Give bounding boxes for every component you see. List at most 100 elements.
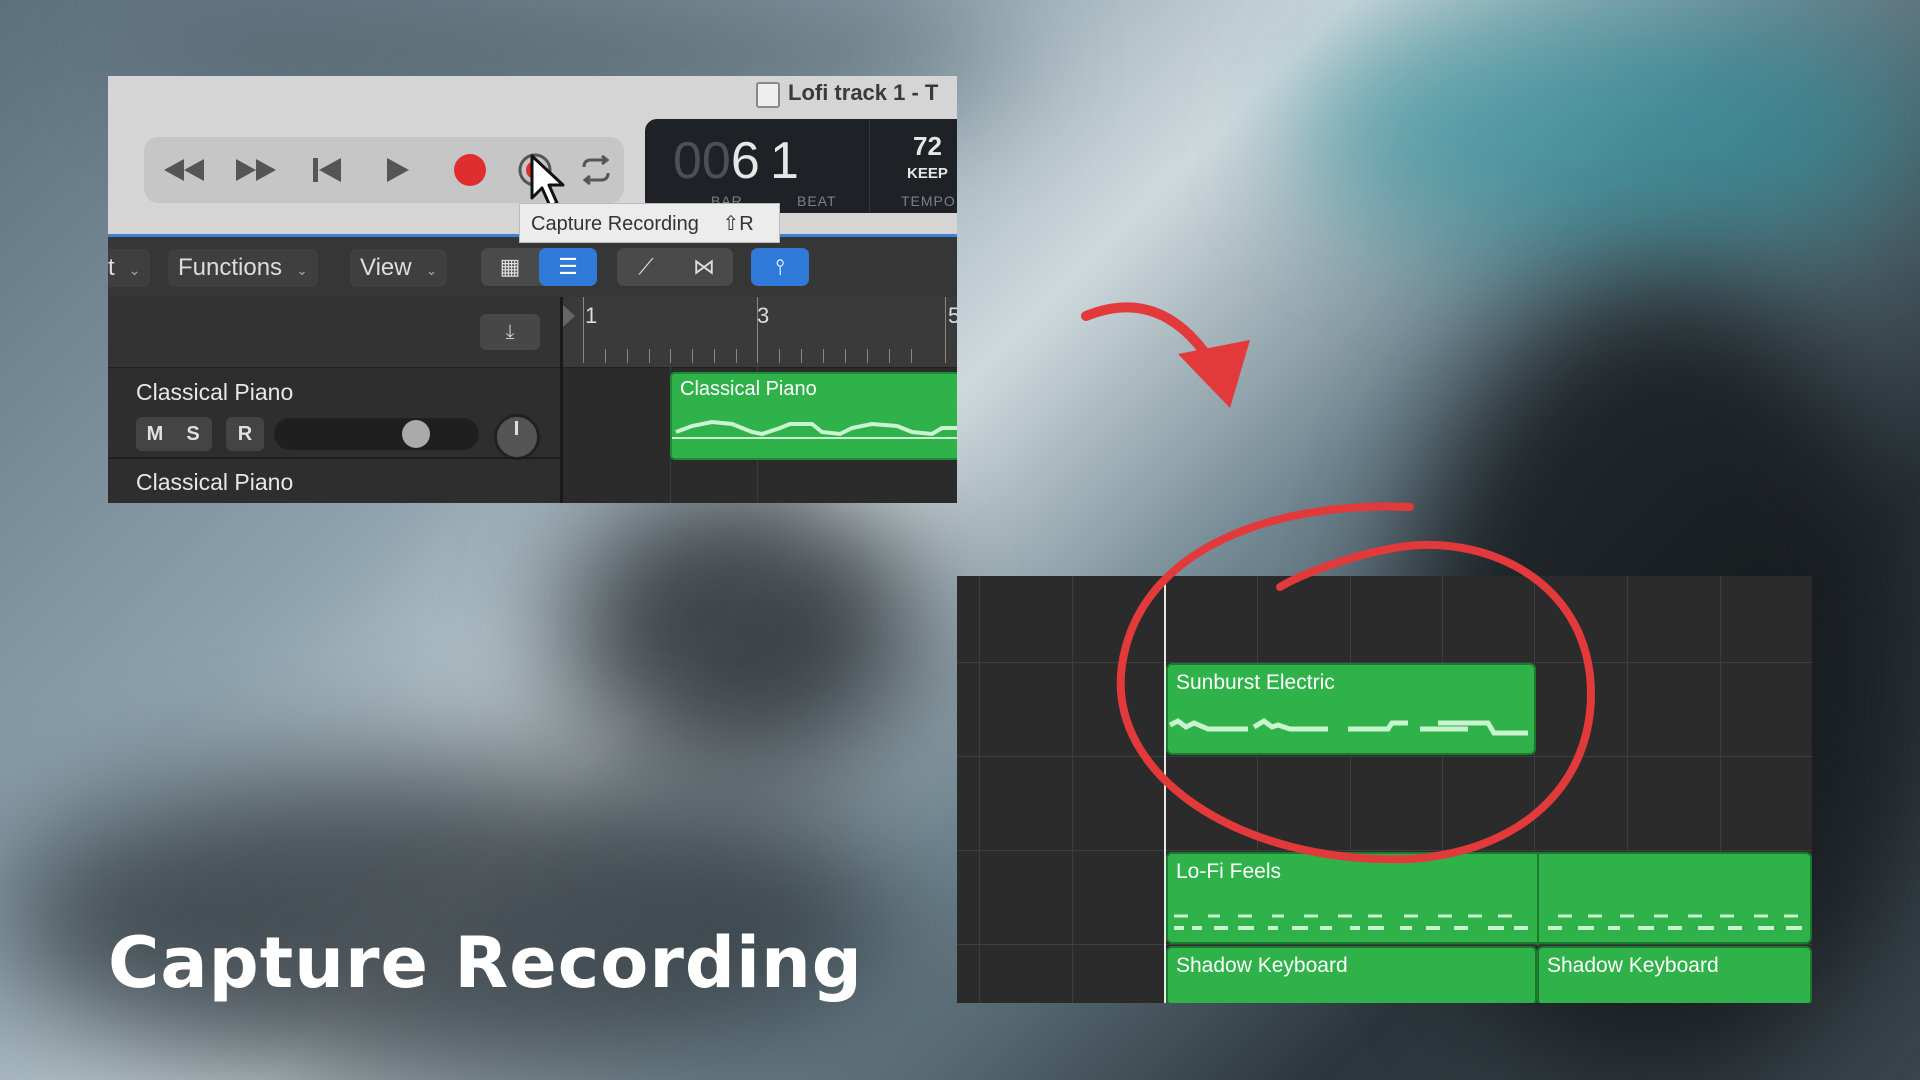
ruler-tick — [867, 349, 868, 363]
mute-button[interactable]: M — [136, 417, 174, 451]
go-to-start-button[interactable] — [295, 137, 359, 203]
record-button[interactable] — [438, 137, 502, 203]
solo-button[interactable]: S — [174, 417, 212, 451]
ruler-start-marker-icon — [563, 305, 575, 327]
automation-toggle: ⟋ ⋈ — [617, 248, 733, 286]
record-enable-group: R — [226, 417, 264, 451]
ruler-tick — [605, 349, 606, 363]
ruler-tick — [736, 349, 737, 363]
chevron-down-icon: ⌄ — [425, 262, 438, 278]
ruler-tick — [889, 349, 890, 363]
ruler-tick — [757, 297, 758, 363]
region-label: Shadow Keyboard — [1176, 954, 1348, 977]
document-icon — [756, 82, 780, 108]
bar-ruler: 1 3 5 — [563, 297, 957, 368]
midi-notes-preview — [1174, 914, 1802, 930]
region-label: Classical Piano — [680, 378, 817, 400]
lcd-tempo-value: 72 — [913, 131, 942, 161]
ruler-mark: 5 — [948, 303, 957, 328]
cycle-button[interactable] — [564, 137, 628, 203]
red-arrow-icon — [1081, 302, 1250, 408]
mute-solo-group: M S — [136, 417, 212, 451]
red-circle-annotation-icon — [1116, 502, 1595, 864]
lcd-bar-value: 6 — [730, 132, 760, 190]
midi-region[interactable]: Shadow Keyboard — [1166, 946, 1537, 1003]
lcd-bar-leading: 00 — [673, 132, 731, 190]
record-enable-button[interactable]: R — [226, 417, 264, 451]
grid-line — [957, 944, 1812, 945]
ruler-mark: 3 — [757, 303, 770, 328]
catch-toggle: ⫯ — [751, 248, 809, 286]
caption-title: Capture Recording — [108, 922, 863, 1004]
midi-region[interactable]: Shadow Keyboard — [1537, 946, 1812, 1003]
lcd-tempo-label: TEMPO — [901, 193, 956, 209]
tooltip-text: Capture Recording — [531, 213, 699, 235]
grid-line — [1072, 576, 1073, 1003]
flex-button[interactable]: ⋈ — [675, 248, 733, 286]
track-headers: ⤓ Classical Piano M S R Classical Piano — [108, 297, 560, 503]
ruler-tick — [670, 349, 671, 363]
background-blur — [1300, 0, 1920, 260]
play-button[interactable] — [366, 137, 430, 203]
ruler-tick — [627, 349, 628, 363]
automation-curve-icon: ⟋ — [638, 254, 654, 279]
ruler-tick — [714, 349, 715, 363]
grid-view-button[interactable]: ▦ — [481, 248, 539, 286]
logic-window-crop: Lofi track 1 - T 006 1 BAR BEAT 72 KEEP … — [108, 76, 957, 503]
edit-menu[interactable]: t ⌄ — [108, 249, 151, 287]
edit-menu-label: t — [108, 254, 115, 281]
chevron-down-icon: ⌄ — [296, 262, 308, 278]
lcd-beat-value: 1 — [770, 132, 799, 190]
download-button[interactable]: ⤓ — [480, 314, 540, 350]
ruler-tick — [845, 349, 846, 363]
functions-menu[interactable]: Functions ⌄ — [168, 249, 318, 287]
play-icon — [387, 158, 409, 182]
capture-recording-tooltip: Capture Recording ⇧R — [519, 203, 780, 243]
ruler-tick — [583, 297, 584, 363]
ruler-tick — [692, 349, 693, 363]
catch-playhead-icon: ⫯ — [775, 254, 785, 279]
lcd-keep-label: KEEP — [907, 165, 948, 182]
list-view-button[interactable]: ☰ — [539, 248, 597, 286]
tooltip-shortcut: ⇧R — [722, 213, 754, 235]
pan-knob[interactable] — [494, 414, 540, 460]
ruler-tick — [823, 349, 824, 363]
track-header-top: ⤓ — [108, 297, 560, 368]
region-label: Shadow Keyboard — [1547, 954, 1719, 977]
ruler-tick — [779, 349, 780, 363]
functions-menu-label: Functions — [178, 254, 283, 281]
chevron-down-icon: ⌄ — [128, 262, 141, 278]
lcd-beat-label: BEAT — [797, 193, 837, 209]
volume-fader[interactable] — [274, 418, 479, 450]
mouse-cursor-icon — [530, 154, 565, 208]
tracks-toolbar: t ⌄ Functions ⌄ View ⌄ ▦ ☰ ⟋ ⋈ ⫯ — [108, 237, 957, 297]
grid-line — [979, 576, 980, 1003]
lcd-divider — [869, 119, 870, 213]
track-name[interactable]: Classical Piano — [136, 379, 293, 406]
fast-forward-icon — [236, 159, 276, 181]
window-title: Lofi track 1 - T — [788, 80, 939, 105]
record-icon — [454, 154, 486, 186]
fader-knob[interactable] — [402, 420, 430, 448]
ruler-mark: 1 — [585, 303, 598, 328]
flex-icon: ⋈ — [693, 254, 715, 279]
midi-notes-preview — [672, 419, 957, 439]
ruler-tick — [801, 349, 802, 363]
view-mode-toggle: ▦ ☰ — [481, 248, 597, 286]
midi-region[interactable]: Classical Piano — [670, 372, 957, 460]
list-icon: ☰ — [558, 254, 578, 279]
view-menu[interactable]: View ⌄ — [350, 249, 448, 287]
arrange-area: 1 3 5 Classical Piano — [560, 297, 957, 503]
lcd-display: 006 1 BAR BEAT 72 KEEP TEMPO — [645, 119, 957, 213]
catch-button[interactable]: ⫯ — [751, 248, 809, 286]
automation-button[interactable]: ⟋ — [617, 248, 675, 286]
ruler-tick — [911, 349, 912, 363]
track-name[interactable]: Classical Piano — [136, 469, 293, 496]
rewind-button[interactable] — [152, 137, 216, 203]
ruler-tick — [945, 297, 946, 363]
track-divider — [108, 457, 560, 459]
cycle-icon — [582, 155, 610, 185]
background-blur — [0, 760, 900, 1080]
fast-forward-button[interactable] — [224, 137, 288, 203]
download-icon: ⤓ — [505, 321, 515, 343]
